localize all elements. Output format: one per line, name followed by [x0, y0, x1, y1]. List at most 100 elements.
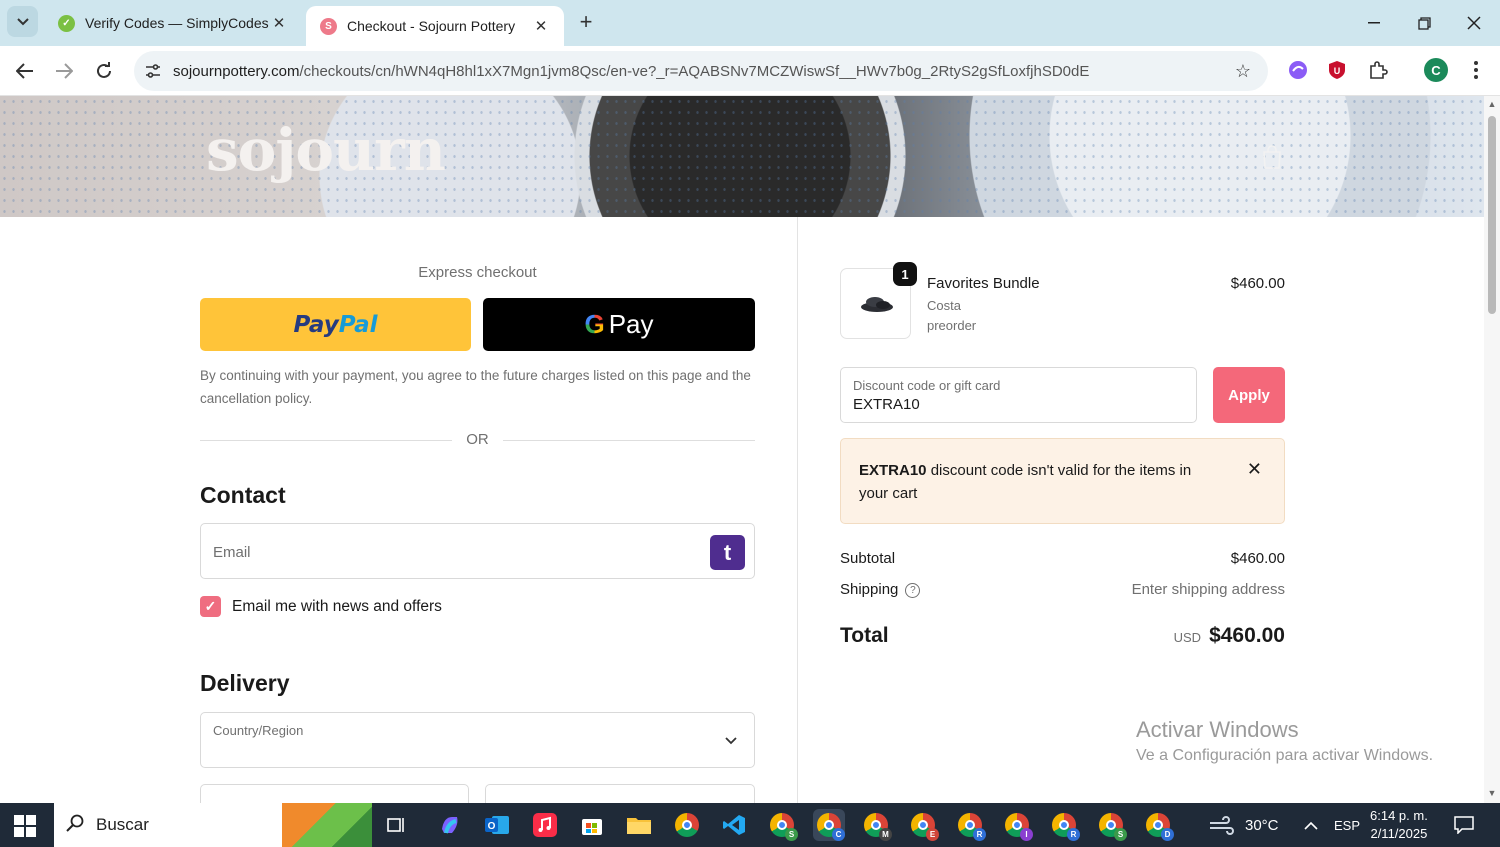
shopping-bag-icon[interactable]	[1260, 144, 1284, 170]
chrome-app-icon[interactable]	[671, 809, 703, 841]
close-window-button[interactable]	[1459, 8, 1489, 38]
column-divider	[797, 217, 798, 803]
last-name-field[interactable]	[485, 784, 755, 803]
music-app-icon[interactable]	[529, 809, 561, 841]
clock-date: 2/11/2025	[1370, 826, 1428, 841]
forward-arrow-icon	[56, 63, 73, 79]
shipping-label: Shipping	[840, 581, 899, 598]
chrome-profile-window[interactable]: R	[954, 809, 986, 841]
outlook-icon[interactable]: O	[481, 809, 513, 841]
url-text[interactable]: sojournpottery.com/checkouts/cn/hWN4qH8h…	[173, 63, 1228, 80]
contact-heading: Contact	[200, 482, 286, 508]
sojourn-favicon-icon: S	[320, 17, 337, 35]
tab-simplycodes[interactable]: ✓ Verify Codes — SimplyCodes ✕	[44, 0, 302, 46]
paypal-wordmark-a: Pay	[293, 311, 339, 338]
profile-initial-badge: E	[926, 828, 939, 841]
apply-discount-button[interactable]: Apply	[1213, 367, 1285, 423]
profile-initial-badge: C	[832, 828, 845, 841]
scroll-up-arrow-icon[interactable]: ▲	[1487, 99, 1497, 109]
reload-button[interactable]	[89, 56, 119, 86]
extensions-puzzle-icon[interactable]	[1364, 56, 1392, 84]
store-logo[interactable]: sojourn	[206, 116, 446, 184]
total-label: Total	[840, 624, 889, 647]
microsoft-store-icon[interactable]	[576, 809, 608, 841]
chrome-profile-window[interactable]: R	[1048, 809, 1080, 841]
first-name-field[interactable]	[200, 784, 469, 803]
new-tab-button[interactable]: +	[574, 11, 598, 35]
system-clock[interactable]: 6:14 p. m. 2/11/2025	[1370, 807, 1428, 843]
file-explorer-icon[interactable]	[623, 809, 655, 841]
minimize-window-button[interactable]	[1359, 8, 1389, 38]
chevron-down-icon	[16, 17, 29, 25]
weather-widget[interactable]: 30°C	[1208, 803, 1279, 847]
discount-code-input[interactable]: Discount code or gift card EXTRA10	[840, 367, 1197, 423]
error-code: EXTRA10	[859, 462, 927, 479]
forward-button[interactable]	[49, 56, 79, 86]
notifications-button[interactable]	[1454, 803, 1474, 847]
chrome-profile-window[interactable]: C	[813, 809, 845, 841]
product-variant: Costa	[927, 298, 961, 313]
paypal-button[interactable]: Pay Pal	[200, 298, 471, 351]
search-highlight-image	[282, 803, 372, 847]
show-hidden-icons-button[interactable]	[1303, 803, 1319, 847]
simplycodes-favicon-icon: ✓	[58, 14, 75, 32]
chrome-profile-window[interactable]: D	[1142, 809, 1174, 841]
close-tab-icon[interactable]: ✕	[532, 17, 550, 35]
product-note: preorder	[927, 318, 977, 333]
email-field[interactable]: Email t	[200, 523, 755, 579]
windows-taskbar: Buscar O S C M E R I R S D 30°C ESP 6:14 p. m. 2…	[0, 803, 1500, 847]
news-offers-option[interactable]: ✓ Email me with news and offers	[200, 596, 442, 617]
tab-sojourn-checkout[interactable]: S Checkout - Sojourn Pottery ✕	[306, 6, 564, 46]
close-tab-icon[interactable]: ✕	[270, 14, 288, 32]
back-button[interactable]	[10, 56, 40, 86]
copilot-icon[interactable]	[434, 809, 466, 841]
help-question-icon[interactable]: ?	[905, 582, 921, 598]
news-offers-label: Email me with news and offers	[232, 597, 442, 615]
total-row: Total USD $460.00	[840, 624, 1285, 648]
product-image	[861, 297, 893, 312]
taskbar-search[interactable]: Buscar	[54, 803, 372, 847]
notification-chat-icon	[1454, 816, 1474, 834]
country-region-select[interactable]: Country/Region	[200, 712, 755, 768]
temperature: 30°C	[1245, 816, 1279, 834]
email-placeholder: Email	[213, 544, 251, 561]
or-separator: OR	[200, 431, 755, 451]
extension-purple-icon[interactable]	[1284, 56, 1312, 84]
news-offers-checkbox[interactable]: ✓	[200, 596, 221, 617]
chrome-profile-window[interactable]: S	[1095, 809, 1127, 841]
bookmark-star-icon[interactable]: ☆	[1228, 56, 1258, 86]
browser-menu-kebab-icon[interactable]	[1462, 56, 1490, 84]
restore-icon	[1417, 16, 1431, 30]
scroll-down-arrow-icon[interactable]: ▼	[1487, 788, 1497, 798]
payment-terms-text: By continuing with your payment, you agr…	[200, 368, 751, 406]
autofill-t-icon[interactable]: t	[710, 535, 745, 570]
profile-initial-badge: S	[1114, 828, 1127, 841]
chrome-profile-window[interactable]: E	[907, 809, 939, 841]
discount-code-label: Discount code or gift card	[853, 378, 1001, 393]
gpay-label: Pay	[608, 309, 654, 339]
profile-initial-badge: D	[1161, 828, 1174, 841]
ublock-shield-icon[interactable]: U	[1323, 56, 1351, 84]
input-language[interactable]: ESP	[1334, 803, 1360, 847]
product-name: Favorites Bundle	[927, 275, 1040, 292]
vscode-icon[interactable]	[718, 809, 750, 841]
profile-initial-badge: M	[879, 828, 892, 841]
restore-window-button[interactable]	[1409, 8, 1439, 38]
profile-initial-badge: I	[1020, 828, 1033, 841]
tab-search-button[interactable]	[7, 6, 38, 37]
chrome-profile-window[interactable]: S	[766, 809, 798, 841]
page-scrollbar[interactable]: ▲ ▼	[1484, 96, 1500, 803]
weather-wind-icon	[1210, 816, 1234, 835]
scrollbar-thumb[interactable]	[1488, 116, 1496, 314]
discount-code-value[interactable]: EXTRA10	[853, 396, 920, 413]
task-view-icon[interactable]	[381, 809, 413, 841]
site-info-icon[interactable]	[142, 60, 164, 82]
chrome-profile-window[interactable]: M	[860, 809, 892, 841]
address-bar[interactable]: sojournpottery.com/checkouts/cn/hWN4qH8h…	[134, 51, 1268, 91]
profile-avatar[interactable]: C	[1424, 58, 1448, 82]
chrome-profile-window[interactable]: I	[1001, 809, 1033, 841]
google-pay-button[interactable]: G Pay	[483, 298, 755, 351]
tab-title: Checkout - Sojourn Pottery	[347, 18, 516, 34]
dismiss-error-close-icon[interactable]: ✕	[1247, 459, 1262, 480]
windows-start-icon[interactable]	[14, 815, 36, 837]
